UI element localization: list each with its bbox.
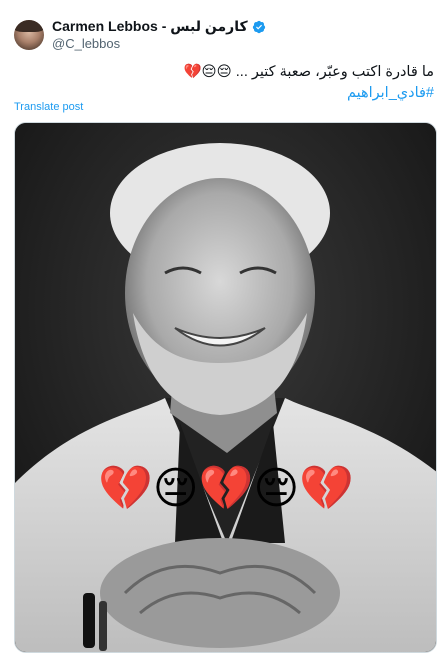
translate-post-link[interactable]: Translate post [14, 101, 83, 113]
user-avatar[interactable] [14, 20, 44, 50]
name-row: Carmen Lebbos - كارمن لبس [52, 18, 266, 35]
portrait-photo: 💔😔💔😔💔 [15, 123, 436, 652]
post-text: ما قادرة اكتب وعبّر، صعبة كتير ... 😔😔💔 #… [14, 62, 434, 104]
post-image[interactable]: 💔😔💔😔💔 [14, 122, 437, 653]
user-handle[interactable]: @C_lebbos [52, 35, 266, 52]
emoji-row: 💔😔💔😔💔 [98, 464, 354, 513]
display-name[interactable]: Carmen Lebbos - كارمن لبس [52, 18, 248, 35]
user-names: Carmen Lebbos - كارمن لبس @C_lebbos [52, 18, 266, 52]
post-container: Carmen Lebbos - كارمن لبس @C_lebbos ما ق… [0, 0, 448, 661]
verified-badge-icon [252, 20, 265, 33]
post-header: Carmen Lebbos - كارمن لبس @C_lebbos [14, 18, 266, 52]
post-body-text: ما قادرة اكتب وعبّر، صعبة كتير ... 😔😔💔 [183, 64, 434, 80]
